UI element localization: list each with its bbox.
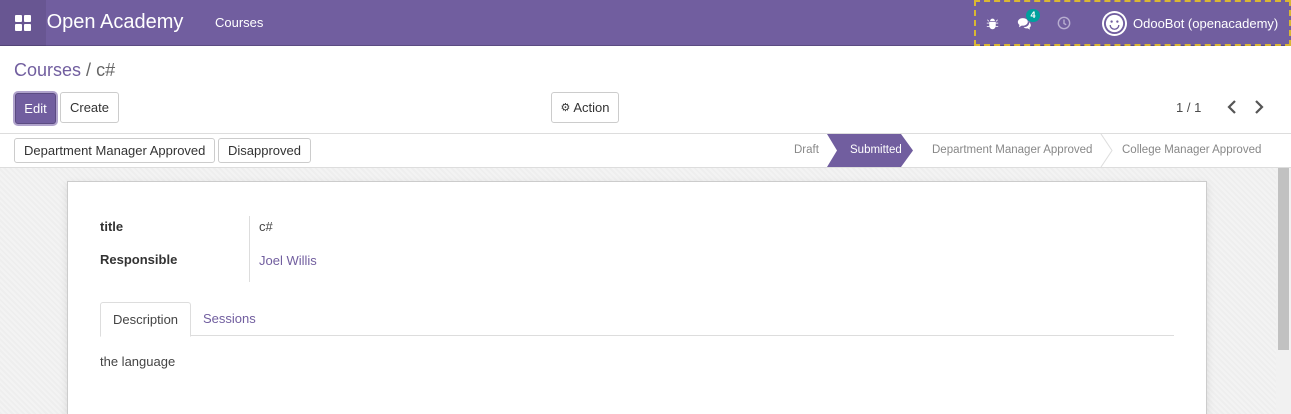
message-count-badge: 4 xyxy=(1026,9,1040,22)
stage-submitted[interactable]: Submitted xyxy=(827,134,913,167)
form-statusbar: Department Manager Approved Disapproved … xyxy=(0,133,1291,168)
tab-sessions[interactable]: Sessions xyxy=(191,302,268,336)
field-separator xyxy=(249,216,250,282)
form-sheet: title Responsible c# Joel Willis Descrip… xyxy=(67,181,1207,414)
gear-icon: ⚙ xyxy=(560,102,571,114)
disapproved-button[interactable]: Disapproved xyxy=(218,138,311,163)
chevron-left-icon xyxy=(1227,100,1236,114)
systray: 4 OdooBot (openacademy) xyxy=(974,0,1291,46)
edit-button[interactable]: Edit xyxy=(15,93,56,124)
top-navbar: Open Academy Courses 4 OdooBot (openacad… xyxy=(0,0,1291,46)
title-value: c# xyxy=(259,219,273,234)
pager-previous-button[interactable] xyxy=(1222,97,1242,117)
stage-draft[interactable]: Draft xyxy=(794,134,819,167)
title-label: title xyxy=(100,219,124,234)
chevron-right-icon xyxy=(1255,100,1264,114)
user-name: OdooBot (openacademy) xyxy=(1133,15,1279,31)
activity-clock-icon[interactable] xyxy=(1048,2,1080,44)
responsible-link[interactable]: Joel Willis xyxy=(259,253,317,268)
stage-department-manager-approved[interactable]: Department Manager Approved xyxy=(932,134,1092,167)
action-label: Action xyxy=(573,100,610,115)
menu-courses[interactable]: Courses xyxy=(215,15,263,30)
breadcrumb-courses[interactable]: Courses xyxy=(14,60,81,80)
notebook-tabs: Description Sessions xyxy=(100,302,1174,337)
pager-value[interactable]: 1 / 1 xyxy=(1176,100,1201,115)
app-name[interactable]: Open Academy xyxy=(46,11,196,34)
user-menu[interactable]: OdooBot (openacademy) xyxy=(1102,10,1279,36)
stage-separator-arrow xyxy=(1100,134,1113,167)
messaging-chat-icon[interactable]: 4 xyxy=(1008,2,1040,44)
action-button[interactable]: ⚙ Action xyxy=(551,92,619,123)
breadcrumb-separator: / xyxy=(86,60,92,80)
page-scrollbar[interactable] xyxy=(1276,168,1291,414)
apps-menu-button[interactable] xyxy=(0,0,46,46)
breadcrumb: Courses / c# xyxy=(14,60,115,81)
breadcrumb-current: c# xyxy=(96,60,116,80)
description-text: the language xyxy=(100,354,176,369)
responsible-label: Responsible xyxy=(100,252,178,267)
debug-bug-icon[interactable] xyxy=(976,2,1008,44)
user-avatar xyxy=(1102,10,1127,36)
stage-college-manager-approved[interactable]: College Manager Approved xyxy=(1122,134,1261,167)
create-button[interactable]: Create xyxy=(60,92,119,123)
scrollbar-thumb[interactable] xyxy=(1278,168,1289,350)
tab-description[interactable]: Description xyxy=(100,302,192,337)
department-manager-approved-button[interactable]: Department Manager Approved xyxy=(14,138,216,163)
apps-grid-icon xyxy=(15,14,31,31)
pager-next-button[interactable] xyxy=(1249,97,1269,117)
